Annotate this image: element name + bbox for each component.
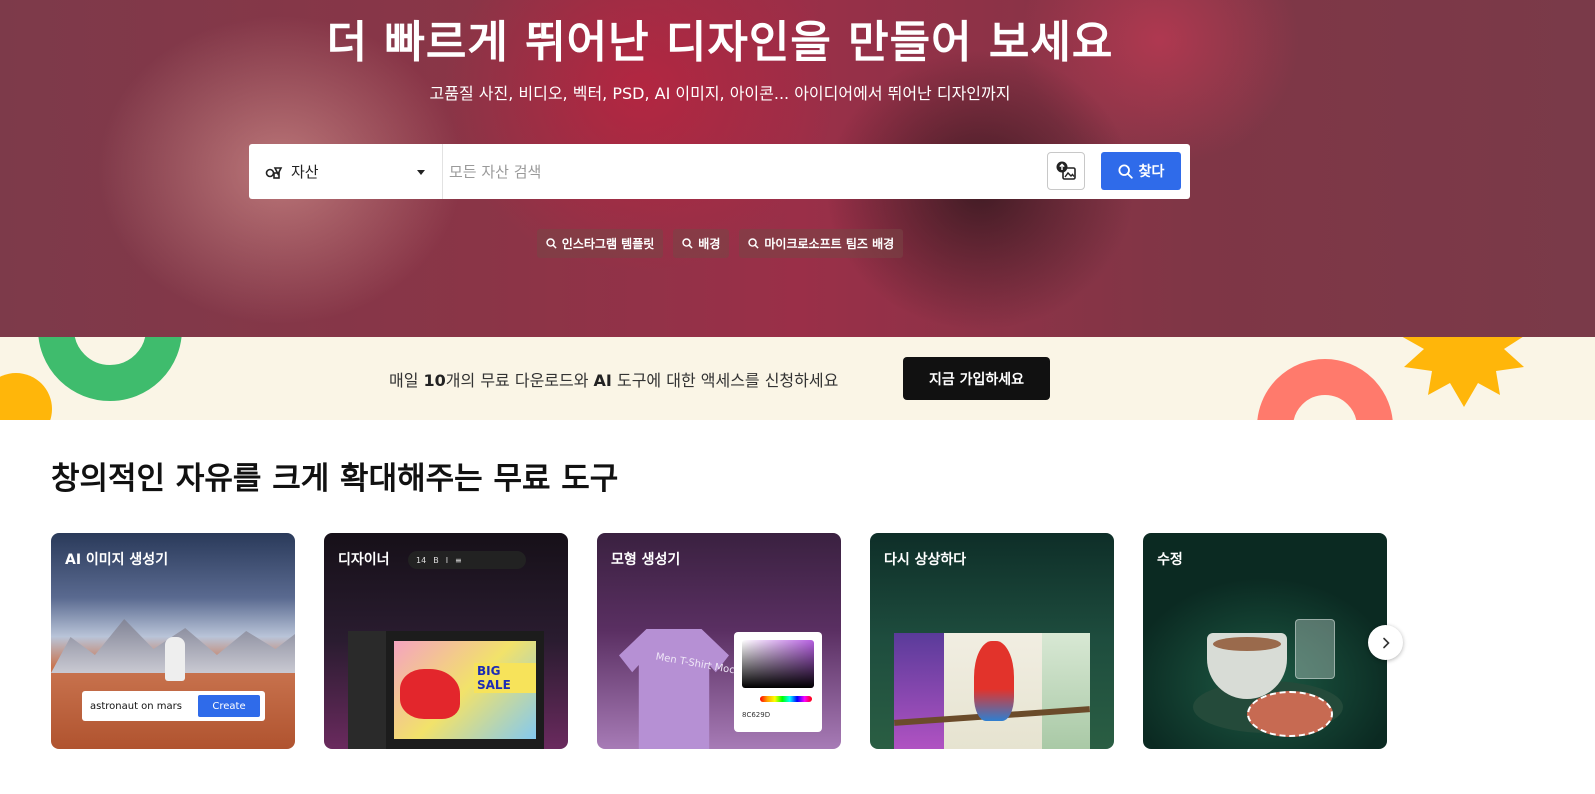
- hero-section: 더 빠르게 뛰어난 디자인을 만들어 보세요 고품질 사진, 비디오, 벡터, …: [0, 0, 1595, 337]
- hero-subtitle: 고품질 사진, 비디오, 벡터, PSD, AI 이미지, 아이콘... 아이디…: [429, 84, 1011, 103]
- glass-illustration: [1295, 619, 1335, 679]
- editor-tools-panel: [348, 631, 386, 749]
- card-label: 수정: [1157, 552, 1183, 568]
- suggestion-chip[interactable]: 마이크로소프트 팀즈 배경: [739, 229, 904, 258]
- astronaut-illustration: [165, 637, 185, 681]
- color-gradient: [742, 640, 814, 688]
- decorative-ring: [38, 337, 182, 401]
- signup-button[interactable]: 지금 가입하세요: [903, 357, 1050, 400]
- search-icon: [748, 238, 760, 249]
- card-label: AI 이미지 생성기: [65, 552, 169, 568]
- search-icon: [1118, 163, 1133, 179]
- card-label: 디자이너: [338, 552, 390, 568]
- section-title: 창의적인 자유를 크게 확대해주는 무료 도구: [51, 461, 619, 497]
- search-bar: 자산 찾다: [249, 144, 1190, 199]
- sneaker-illustration: [400, 669, 460, 719]
- chevron-right-icon: [1382, 637, 1390, 648]
- prompt-field: astronaut on mars Create: [82, 691, 265, 721]
- tools-carousel: AI 이미지 생성기 astronaut on mars Create 디자이너…: [51, 533, 1387, 749]
- search-icon: [546, 238, 557, 249]
- assets-icon: [265, 166, 283, 179]
- signup-banner: 매일 10개의 무료 다운로드와 AI 도구에 대한 액세스를 신청하세요 지금…: [0, 337, 1595, 420]
- tshirt-illustration: [619, 629, 729, 749]
- search-button[interactable]: 찾다: [1101, 152, 1181, 190]
- italic-icon: I: [445, 555, 449, 565]
- sale-text: BIG SALE: [474, 663, 536, 693]
- image-search-button[interactable]: [1047, 152, 1085, 190]
- decorative-circle: [0, 373, 52, 420]
- tool-card-reimagine[interactable]: 다시 상상하다: [870, 533, 1114, 749]
- image-upload-icon: [1056, 161, 1076, 180]
- variant-panel: [894, 633, 944, 749]
- decorative-ring: [1257, 359, 1393, 420]
- card-label: 모형 생성기: [611, 552, 681, 568]
- tool-card-ai-image-generator[interactable]: AI 이미지 생성기 astronaut on mars Create: [51, 533, 295, 749]
- hue-slider: [760, 696, 812, 702]
- search-suggestions: 인스타그램 템플릿 배경 마이크로소프트 팀즈 배경: [0, 229, 1440, 258]
- hero-title: 더 빠르게 뛰어난 디자인을 만들어 보세요: [326, 17, 1114, 68]
- search-icon: [682, 238, 693, 249]
- suggestion-chip[interactable]: 인스타그램 템플릿: [536, 229, 664, 258]
- suggestion-label: 인스타그램 템플릿: [561, 237, 655, 251]
- prompt-text: astronaut on mars: [90, 700, 182, 712]
- bold-icon: B: [433, 555, 439, 565]
- search-input[interactable]: [449, 154, 1039, 189]
- tool-card-edit[interactable]: 수정: [1143, 533, 1387, 749]
- decorative-star-icon: [1402, 337, 1524, 407]
- search-button-label: 찾다: [1138, 164, 1165, 180]
- parrot-illustration: [974, 641, 1014, 721]
- card-label: 다시 상상하다: [884, 552, 967, 568]
- font-size-value: 14: [416, 555, 427, 565]
- chevron-down-icon: [417, 170, 425, 175]
- suggestion-label: 마이크로소프트 팀즈 배경: [764, 237, 895, 251]
- hex-value: 8C629D: [742, 711, 771, 719]
- suggestion-label: 배경: [698, 237, 721, 251]
- variant-panel: [1042, 633, 1090, 749]
- banner-text: 매일 10개의 무료 다운로드와 AI 도구에 대한 액세스를 신청하세요: [389, 371, 839, 390]
- editor-preview: BIG SALE: [348, 631, 544, 749]
- text-toolbar: 14 B I ≡: [408, 551, 526, 569]
- editor-canvas: BIG SALE: [394, 641, 536, 739]
- tool-card-mockup-generator[interactable]: 모형 생성기 Men T-Shirt Mockup 8C629D: [597, 533, 841, 749]
- suggestion-chip[interactable]: 배경: [673, 229, 730, 258]
- align-icon: ≡: [455, 555, 462, 565]
- carousel-next-button[interactable]: [1368, 625, 1403, 660]
- color-picker: 8C629D: [734, 632, 822, 732]
- coffee-illustration: [1213, 637, 1281, 651]
- asset-type-label: 자산: [291, 163, 319, 181]
- asset-type-dropdown[interactable]: 자산: [249, 144, 443, 199]
- selection-area: [1247, 691, 1333, 737]
- create-button: Create: [198, 695, 260, 717]
- tool-card-designer[interactable]: 디자이너 BIG SALE 14 B I ≡: [324, 533, 568, 749]
